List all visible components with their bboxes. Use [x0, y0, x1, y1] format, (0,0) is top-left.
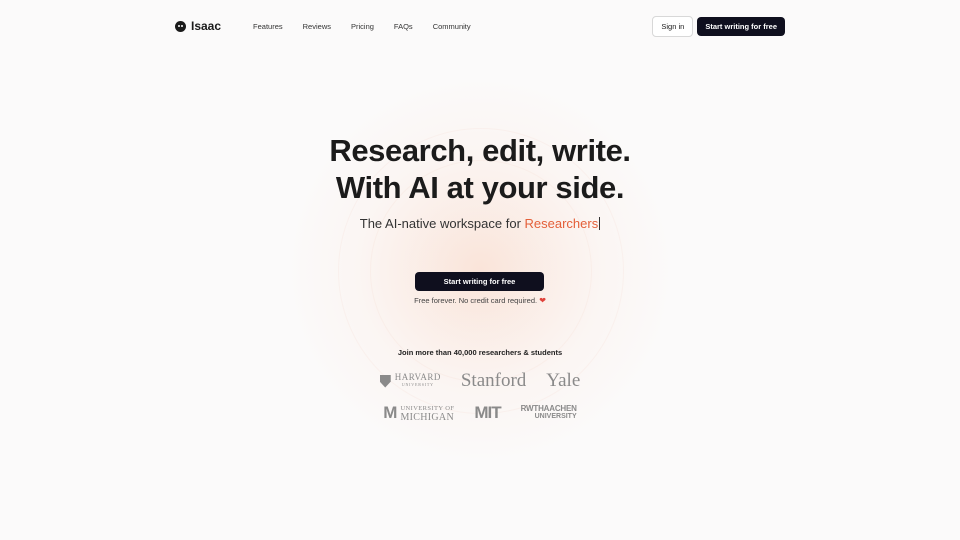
hero-subtitle: The AI-native workspace for Researchers [0, 216, 960, 231]
sign-in-button[interactable]: Sign in [652, 15, 694, 37]
cta-note: Free forever. No credit card required. ❤ [0, 296, 960, 305]
stanford-logo: Stanford [460, 370, 527, 391]
nav-start-writing-button[interactable]: Start writing for free [697, 16, 785, 36]
nav-link-reviews[interactable]: Reviews [303, 22, 331, 31]
isaac-logo-icon [175, 20, 186, 32]
hero-subtitle-prefix: The AI-native workspace for [359, 216, 525, 231]
top-navbar: Isaac Features Reviews Pricing FAQs Comm… [175, 14, 785, 38]
brand-logo[interactable]: Isaac [175, 19, 221, 33]
university-logos-row-1: HARVARD UNIVERSITY Stanford Yale [0, 370, 960, 392]
yale-logo: Yale [546, 370, 581, 391]
nav-actions: Sign in Start writing for free [652, 15, 785, 37]
nav-link-features[interactable]: Features [253, 22, 283, 31]
rwth-logo-line2: UNIVERSITY [534, 413, 577, 420]
michigan-logo: M UNIVERSITY OF MICHIGAN [383, 403, 454, 423]
typing-caret [599, 217, 601, 230]
michigan-block-m-icon: M [383, 403, 398, 422]
michigan-logo-line2: MICHIGAN [400, 412, 454, 423]
rwth-logo-line1: RWTHAACHEN [520, 404, 577, 413]
hero-title: Research, edit, write. With AI at your s… [0, 132, 960, 206]
brand-name: Isaac [191, 19, 222, 33]
hero-start-writing-button[interactable]: Start writing for free [415, 272, 544, 291]
mit-logo: MIT [474, 403, 501, 422]
social-proof-heading: Join more than 40,000 researchers & stud… [397, 348, 563, 357]
nav-link-faqs[interactable]: FAQs [394, 22, 413, 31]
landing-page: Isaac Features Reviews Pricing FAQs Comm… [0, 0, 960, 540]
nav-links: Features Reviews Pricing FAQs Community [253, 22, 491, 31]
university-logos-row-2: M UNIVERSITY OF MICHIGAN MIT RWTHAACHEN … [0, 403, 960, 423]
harvard-logo: HARVARD UNIVERSITY [379, 373, 441, 389]
harvard-shield-icon [379, 374, 391, 388]
hero-title-line-1: Research, edit, write. [329, 133, 631, 168]
cta-note-text: Free forever. No credit card required. [414, 296, 538, 305]
harvard-logo-line2: UNIVERSITY [401, 382, 434, 387]
hero-title-line-2: With AI at your side. [335, 170, 625, 205]
hero-subtitle-accent: Researchers [524, 216, 599, 231]
nav-link-pricing[interactable]: Pricing [351, 22, 374, 31]
nav-link-community[interactable]: Community [433, 22, 471, 31]
rwth-aachen-logo: RWTHAACHEN UNIVERSITY [521, 405, 577, 421]
heart-icon: ❤ [539, 296, 546, 305]
